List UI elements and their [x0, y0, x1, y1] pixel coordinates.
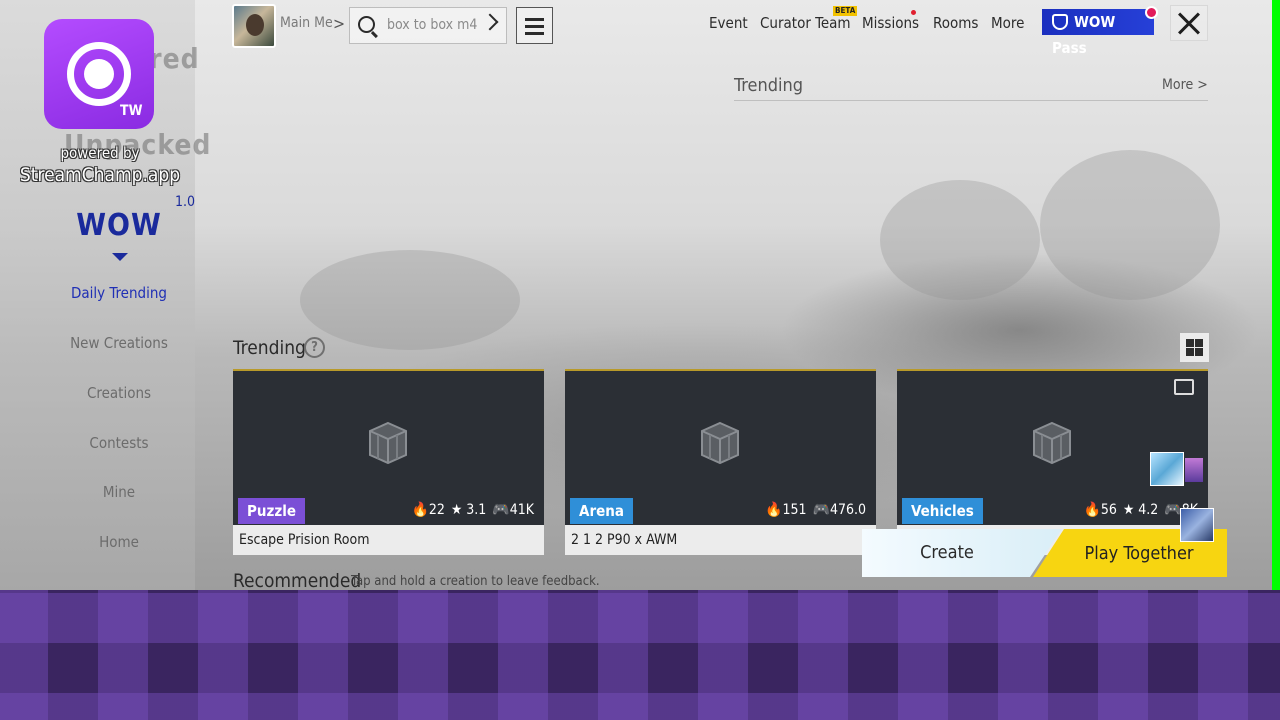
breadcrumb[interactable]: Main Menu — [280, 15, 332, 31]
chevron-right-icon: > — [1197, 77, 1208, 93]
menu-icon — [525, 32, 544, 35]
card-title: Escape Prision Room — [233, 525, 544, 555]
menu-icon — [525, 18, 544, 21]
card-thumbnail: Arena 🔥151 🎮476.0 — [565, 369, 876, 525]
search-input[interactable]: box to box m4 — [349, 7, 507, 44]
wow-version: 1.0 — [175, 194, 196, 210]
grid-view-button[interactable] — [1180, 333, 1209, 362]
sidebar-item-home[interactable]: Home — [0, 533, 238, 551]
flame-icon: 🔥 — [411, 502, 429, 518]
search-icon — [358, 16, 375, 33]
nav-rooms[interactable]: Rooms — [933, 14, 978, 32]
box-icon — [701, 421, 739, 465]
menu-button[interactable] — [516, 7, 553, 44]
nav-more[interactable]: More — [991, 14, 1024, 32]
creation-card[interactable]: Puzzle 🔥22 ★ 3.1 🎮41K Escape Prision Room — [233, 369, 544, 555]
overlay-domain: StreamChamp.app — [19, 164, 181, 186]
overlay-powered-by: powered by — [60, 144, 140, 162]
background-tree — [880, 180, 1040, 300]
wow-pass-button[interactable]: WOW Pass — [1042, 9, 1154, 57]
sidebar-item-contests[interactable]: Contests — [0, 434, 238, 452]
search-value: box to box m4 — [387, 17, 478, 33]
help-icon[interactable]: ? — [304, 337, 325, 358]
sidebar-item-daily-trending[interactable]: Daily Trending — [0, 284, 238, 302]
friend-avatar[interactable] — [1150, 452, 1184, 486]
chat-icon[interactable] — [1174, 379, 1194, 395]
card-tag: Puzzle — [238, 498, 305, 524]
pass-icon — [1052, 14, 1068, 30]
card-thumbnail: Puzzle 🔥22 ★ 3.1 🎮41K — [233, 369, 544, 525]
card-rating: 4.2 — [1138, 502, 1159, 518]
background-tree — [1040, 150, 1220, 300]
caret-down-icon[interactable] — [112, 253, 128, 261]
grid-icon — [1195, 339, 1203, 347]
card-tag: Arena — [570, 498, 633, 524]
beta-badge: BETA — [833, 6, 858, 16]
streamchamp-logo: TW — [44, 19, 154, 129]
background-tree — [300, 250, 520, 350]
trending-more-link[interactable]: More > — [1162, 77, 1208, 93]
flame-icon: 🔥 — [1083, 502, 1101, 518]
chevron-right-icon: > — [333, 14, 346, 33]
star-icon: ★ — [450, 502, 463, 518]
card-tag: Vehicles — [902, 498, 983, 524]
grid-icon — [1186, 348, 1194, 356]
nav-curator-team[interactable]: Curator Team — [760, 14, 851, 32]
card-stats: 🔥22 ★ 3.1 🎮41K — [411, 502, 534, 518]
card-hot: 151 — [782, 502, 807, 518]
section-title: Recommended — [233, 570, 362, 590]
bottom-banner — [0, 590, 1280, 720]
creation-card[interactable]: Arena 🔥151 🎮476.0 2 1 2 P90 x AWM — [565, 369, 876, 555]
card-plays: 41K — [509, 502, 534, 518]
game-screen: Featured Unpacked WOW 1.0 Daily Trending… — [0, 0, 1272, 590]
sidebar-item-creations[interactable]: Creations — [0, 384, 238, 402]
card-title: 2 1 2 P90 x AWM — [565, 525, 876, 555]
gamepad-icon: 🎮 — [492, 502, 510, 518]
card-stats: 🔥151 🎮476.0 — [765, 502, 866, 518]
notification-dot — [1145, 6, 1158, 19]
star-icon: ★ — [1122, 502, 1135, 518]
player-avatar[interactable] — [232, 4, 276, 48]
card-hot: 56 — [1100, 502, 1117, 518]
more-label: More — [1162, 77, 1194, 93]
trending-panel-title: Trending — [734, 75, 804, 96]
box-icon — [369, 421, 407, 465]
friend-avatar[interactable] — [1185, 458, 1203, 482]
logo-badge: TW — [120, 103, 143, 119]
wow-logo: WOW — [76, 208, 162, 243]
sidebar-item-new-creations[interactable]: New Creations — [0, 334, 238, 352]
friend-avatar[interactable] — [1180, 508, 1214, 542]
menu-icon — [525, 25, 544, 28]
create-button[interactable]: Create — [862, 529, 1062, 577]
nav-missions[interactable]: Missions — [862, 14, 919, 32]
close-button[interactable] — [1170, 5, 1208, 41]
chevron-right-icon[interactable] — [481, 13, 499, 31]
flame-icon: 🔥 — [765, 502, 783, 518]
gamepad-icon: 🎮 — [812, 502, 830, 518]
sidebar-item-mine[interactable]: Mine — [0, 483, 238, 501]
card-hot: 22 — [428, 502, 445, 518]
card-plays: 476.0 — [829, 502, 866, 518]
card-rating: 3.1 — [466, 502, 487, 518]
grid-icon — [1195, 348, 1203, 356]
card-thumbnail: Vehicles 🔥56★ 4.2🎮8K — [897, 369, 1208, 525]
section-hint: Tap and hold a creation to leave feedbac… — [351, 574, 600, 589]
section-title: Trending — [233, 337, 306, 359]
notification-dot — [911, 10, 916, 15]
box-icon — [1033, 421, 1071, 465]
grid-icon — [1186, 339, 1194, 347]
divider — [734, 100, 1208, 101]
record-dot — [84, 59, 114, 89]
nav-event[interactable]: Event — [709, 14, 748, 32]
